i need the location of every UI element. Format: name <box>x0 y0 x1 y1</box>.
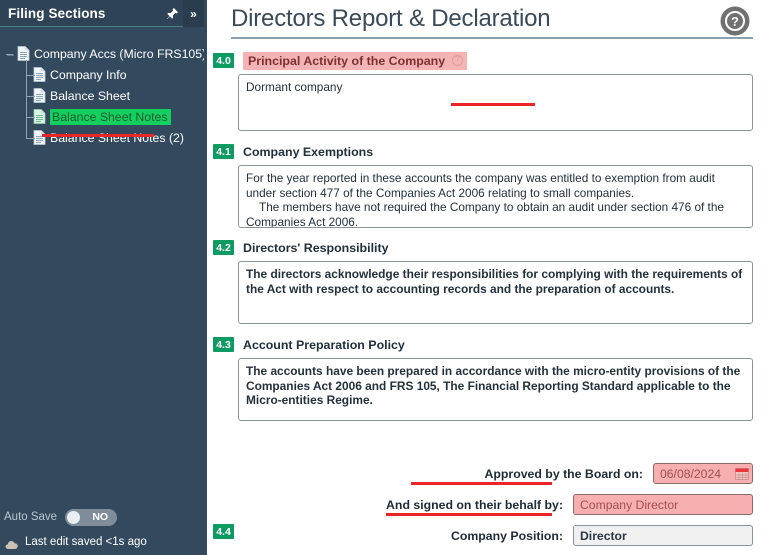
company-exemptions-input[interactable]: For the year reported in these accounts … <box>238 165 753 228</box>
signed-on-behalf-value: Company Director <box>580 497 679 512</box>
section-number-badge: 4.2 <box>213 240 234 255</box>
save-status-row: Last edit saved <1s ago <box>0 533 204 551</box>
tree-node-label: Balance Sheet Notes <box>50 108 171 125</box>
sidebar-title: Filing Sections <box>8 5 106 21</box>
section-title-text: Principal Activity of the Company <box>248 53 446 68</box>
section-4-1: 4.1 Company Exemptions For the year repo… <box>207 143 769 228</box>
tree-node-label: Balance Sheet <box>50 88 130 103</box>
page-title: Directors Report & Declaration <box>231 5 551 32</box>
section-4-0-header: 4.0 Principal Activity of the Company <box>213 51 769 70</box>
account-preparation-policy-value: The accounts have been prepared in accor… <box>246 364 741 407</box>
section-title: Principal Activity of the Company <box>243 51 468 70</box>
auto-save-label: Auto Save <box>4 511 58 523</box>
save-status-text: Last edit saved <1s ago <box>25 536 147 548</box>
calendar-icon[interactable] <box>735 467 749 480</box>
signed-on-behalf-row: And signed on their behalf by: Company D… <box>386 494 753 515</box>
toggle-knob <box>67 510 81 524</box>
tree-node-root[interactable]: – Company Accs (Micro FRS105) <box>4 43 207 64</box>
signed-on-behalf-input[interactable]: Company Director <box>573 494 753 515</box>
section-4-2: 4.2 Directors' Responsibility The direct… <box>207 239 769 324</box>
svg-text:?: ? <box>731 14 739 29</box>
help-circle-icon-small[interactable] <box>452 54 464 66</box>
directors-responsibility-value: The directors acknowledge their responsi… <box>246 267 743 296</box>
approved-date-input[interactable]: 06/08/2024 <box>653 463 753 484</box>
principal-activity-annotation-underline <box>451 103 535 106</box>
company-position-value: Director <box>580 528 627 543</box>
tree-node-company-info[interactable]: Company Info <box>4 64 204 85</box>
section-4-1-header: 4.1 Company Exemptions <box>213 143 769 160</box>
main-content-panel: Directors Report & Declaration ? 4.0 Pri… <box>204 0 769 555</box>
application-window: Filing Sections » – Company Accs (Micro … <box>0 0 769 555</box>
section-4-4: 4.4 <box>213 524 234 539</box>
approved-by-board-annotation-underline <box>411 482 552 485</box>
tree-node-label: Company Accs (Micro FRS105) <box>34 46 207 61</box>
selected-node-annotation-underline <box>42 134 154 137</box>
tree-node-balance-sheet[interactable]: Balance Sheet <box>4 85 204 106</box>
page-header: Directors Report & Declaration ? <box>231 2 753 43</box>
company-exemptions-line-2: The members have not required the Compan… <box>246 200 724 228</box>
section-number-badge: 4.1 <box>213 144 234 159</box>
sidebar-header: Filing Sections » <box>0 0 204 27</box>
approved-by-board-row: Approved by the Board on: 06/08/2024 <box>484 463 753 484</box>
pushpin-icon[interactable] <box>161 0 183 27</box>
collapse-sidebar-button[interactable]: » <box>183 0 204 27</box>
company-position-row: Company Position: Director <box>451 525 753 546</box>
signed-on-behalf-annotation-underline <box>386 513 552 516</box>
tree-node-balance-sheet-notes-2[interactable]: Balance Sheet Notes (2) <box>4 127 204 148</box>
sidebar-header-actions: » <box>161 0 204 27</box>
section-4-0: 4.0 Principal Activity of the Company Do… <box>207 51 769 131</box>
section-4-2-header: 4.2 Directors' Responsibility <box>213 239 769 256</box>
document-icon <box>33 88 46 103</box>
company-position-input[interactable]: Director <box>573 525 753 546</box>
toggle-value: NO <box>92 511 109 523</box>
section-4-3: 4.3 Account Preparation Policy The accou… <box>207 336 769 421</box>
section-title: Company Exemptions <box>243 144 374 159</box>
tree-node-label: Balance Sheet Notes (2) <box>50 130 184 145</box>
section-number-badge: 4.4 <box>213 524 234 539</box>
filing-sections-tree: – Company Accs (Micro FRS105) Company In… <box>0 27 207 148</box>
section-number-badge: 4.3 <box>213 337 234 352</box>
auto-save-row: Auto Save NO <box>0 506 204 528</box>
approved-by-board-label: Approved by the Board on: <box>484 466 644 481</box>
principal-activity-value: Dormant company <box>246 80 343 94</box>
section-title: Directors' Responsibility <box>243 240 389 255</box>
title-divider <box>231 37 753 39</box>
section-title: Account Preparation Policy <box>243 337 405 352</box>
account-preparation-policy-input[interactable]: The accounts have been prepared in accor… <box>238 358 753 421</box>
approved-date-value: 06/08/2024 <box>660 466 721 481</box>
document-icon <box>33 109 46 124</box>
section-4-3-header: 4.3 Account Preparation Policy <box>213 336 769 353</box>
tree-node-balance-sheet-notes[interactable]: Balance Sheet Notes <box>4 106 204 127</box>
section-number-badge: 4.0 <box>213 53 234 68</box>
document-icon <box>33 67 46 82</box>
document-icon <box>17 46 30 61</box>
filing-sections-sidebar: Filing Sections » – Company Accs (Micro … <box>0 0 207 555</box>
auto-save-toggle[interactable]: NO <box>65 508 118 526</box>
tree-expander: – <box>7 46 14 61</box>
directors-responsibility-input[interactable]: The directors acknowledge their responsi… <box>238 261 753 324</box>
company-position-label: Company Position: <box>450 528 563 543</box>
tree-node-label: Company Info <box>50 67 127 82</box>
cloud-icon <box>5 537 20 549</box>
document-icon <box>33 130 46 145</box>
company-exemptions-line-1: For the year reported in these accounts … <box>246 171 715 200</box>
help-circle-icon[interactable]: ? <box>719 5 751 37</box>
signed-on-behalf-label: And signed on their behalf by: <box>386 497 563 512</box>
